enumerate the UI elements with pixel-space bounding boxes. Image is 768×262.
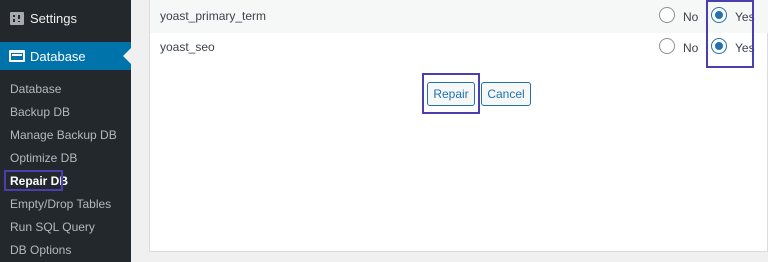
submenu-item-run-sql-query[interactable]: Run SQL Query — [10, 220, 95, 234]
table-name: yoast_seo — [160, 40, 215, 54]
current-menu-pointer — [123, 48, 131, 64]
radio-no-label: No — [683, 10, 699, 24]
radio-no[interactable] — [659, 38, 675, 54]
settings-icon — [10, 12, 24, 25]
submenu-item-database[interactable]: Database — [10, 82, 61, 96]
repair-tables-panel — [149, 0, 768, 252]
repair-button-highlight-box — [422, 73, 480, 114]
repair-db-highlight-box — [4, 170, 63, 191]
sidebar-item-database[interactable]: Database — [0, 42, 131, 70]
sidebar-item-label: Database — [30, 49, 86, 64]
submenu-item-db-options[interactable]: DB Options — [10, 243, 71, 257]
submenu-item-empty-drop-tables[interactable]: Empty/Drop Tables — [10, 197, 111, 211]
submenu-item-backup-db[interactable]: Backup DB — [10, 105, 70, 119]
sidebar-item-label: Settings — [30, 11, 77, 26]
yes-column-highlight-box — [706, 0, 754, 68]
radio-no[interactable] — [659, 7, 675, 23]
submenu-item-manage-backup-db[interactable]: Manage Backup DB — [10, 128, 117, 142]
database-icon — [9, 49, 25, 63]
table-name: yoast_primary_term — [160, 9, 267, 23]
radio-no-label: No — [683, 41, 699, 55]
sidebar-item-settings[interactable]: Settings — [0, 0, 131, 38]
submenu-item-optimize-db[interactable]: Optimize DB — [10, 151, 77, 165]
admin-sidebar: Settings Database Database Backup DB Man… — [0, 0, 131, 262]
cancel-button[interactable]: Cancel — [481, 82, 531, 106]
